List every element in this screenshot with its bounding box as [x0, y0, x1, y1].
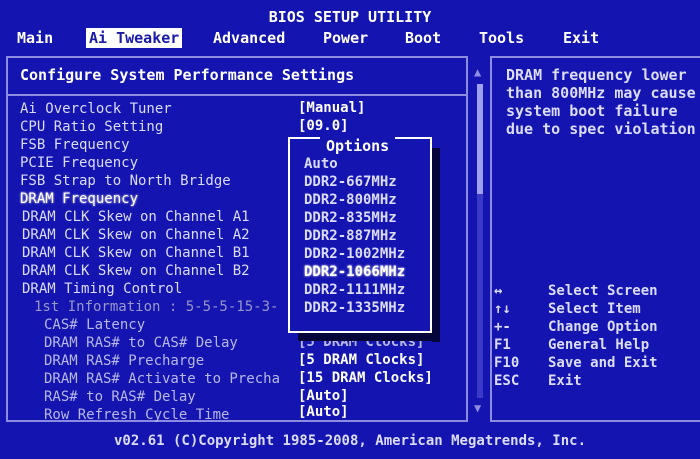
option-item[interactable]: DDR2-667MHz — [304, 173, 397, 191]
section-title: Configure System Performance Settings — [20, 66, 355, 84]
setting-label: DRAM CLK Skew on Channel A1 — [22, 209, 250, 225]
setting-value[interactable]: [15 DRAM Clocks] — [298, 370, 433, 386]
setting-label: DRAM RAS# to CAS# Delay — [44, 335, 238, 351]
timing-info: 1st Information : 5-5-5-15-3- — [34, 298, 278, 316]
setting-label: DRAM CLK Skew on Channel A2 — [22, 227, 250, 243]
option-item[interactable]: DDR2-887MHz — [304, 227, 397, 245]
setting-ras-to-cas-delay[interactable]: DRAM RAS# to CAS# Delay — [44, 334, 238, 352]
setting-label: CPU Ratio Setting — [20, 119, 164, 135]
setting-value[interactable]: [09.0] — [298, 118, 349, 134]
tab-tools[interactable]: Tools — [476, 28, 527, 48]
setting-label: FSB Frequency — [20, 137, 130, 153]
option-item[interactable]: DDR2-835MHz — [304, 209, 397, 227]
setting-dram-clk-skew-a1[interactable]: DRAM CLK Skew on Channel A1 — [22, 208, 250, 226]
setting-value[interactable]: [Auto] — [298, 388, 349, 404]
setting-label: DRAM CLK Skew on Channel B2 — [22, 263, 250, 279]
setting-label: DRAM CLK Skew on Channel B1 — [22, 245, 250, 261]
scrollbar-thumb[interactable] — [477, 84, 483, 194]
bios-title: BIOS SETUP UTILITY — [268, 8, 432, 26]
tab-advanced[interactable]: Advanced — [210, 28, 288, 48]
option-item[interactable]: DDR2-800MHz — [304, 191, 397, 209]
copyright-footer: v02.61 (C)Copyright 1985-2008, American … — [113, 433, 586, 449]
setting-fsb-frequency[interactable]: FSB Frequency — [20, 136, 130, 154]
tab-boot[interactable]: Boot — [402, 28, 444, 48]
option-item[interactable]: DDR2-1002MHz — [304, 245, 405, 263]
key-hint-desc: Exit — [548, 373, 582, 389]
setting-label: DRAM RAS# Precharge — [44, 353, 205, 369]
menu-bar: Main Ai Tweaker Advanced Power Boot Tool… — [0, 28, 700, 48]
popup-title: Options — [320, 137, 396, 155]
key-hint-key: F10 — [494, 355, 520, 371]
setting-label: FSB Strap to North Bridge — [20, 173, 231, 189]
key-hint-desc: Change Option — [548, 319, 658, 335]
setting-label: DRAM RAS# Activate to Precha — [44, 371, 281, 387]
key-hint-desc: Select Item — [548, 301, 641, 317]
popup-shadow — [432, 148, 440, 342]
option-item[interactable]: DDR2-1335MHz — [304, 299, 405, 317]
setting-cpu-ratio[interactable]: CPU Ratio Setting — [20, 118, 163, 136]
setting-label: Ai Overclock Tuner — [20, 101, 172, 117]
scroll-down-arrow-icon[interactable]: ▼ — [474, 402, 484, 414]
bios-screen: BIOS SETUP UTILITY Main Ai Tweaker Advan… — [0, 0, 700, 459]
setting-label: Row Refresh Cycle Time — [44, 407, 230, 423]
setting-label: RAS# to RAS# Delay — [44, 389, 196, 405]
setting-dram-clk-skew-b1[interactable]: DRAM CLK Skew on Channel B1 — [22, 244, 250, 262]
setting-value[interactable]: [Manual] — [298, 100, 365, 116]
tab-ai-tweaker[interactable]: Ai Tweaker — [86, 28, 183, 48]
setting-label: CAS# Latency — [44, 317, 146, 333]
setting-cas-latency[interactable]: CAS# Latency — [44, 316, 145, 334]
key-hint-desc: General Help — [548, 337, 650, 353]
tab-main[interactable]: Main — [14, 28, 56, 48]
setting-fsb-strap[interactable]: FSB Strap to North Bridge — [20, 172, 231, 190]
setting-pcie-frequency[interactable]: PCIE Frequency — [20, 154, 138, 172]
help-text-line: than 800MHz may cause — [506, 84, 696, 102]
scroll-up-arrow-icon[interactable]: ▲ — [474, 66, 484, 78]
options-popup[interactable]: Options Auto DDR2-667MHz DDR2-800MHz DDR… — [288, 137, 432, 333]
timing-info-label: 1st Information : 5-5-5-15-3- — [34, 299, 279, 315]
option-item[interactable]: Auto — [304, 155, 338, 173]
setting-ras-to-ras-delay[interactable]: RAS# to RAS# Delay — [44, 388, 196, 406]
key-hint-desc: Save and Exit — [548, 355, 658, 371]
key-hint-key: F1 — [494, 337, 511, 353]
setting-label: DRAM Frequency — [20, 191, 139, 207]
section-divider — [8, 94, 466, 96]
key-hint-desc: Select Screen — [548, 283, 658, 299]
setting-dram-clk-skew-a2[interactable]: DRAM CLK Skew on Channel A2 — [22, 226, 250, 244]
key-hint-key: +- — [494, 319, 511, 335]
tab-exit[interactable]: Exit — [560, 28, 602, 48]
up-down-arrow-icon: ↑↓ — [494, 301, 511, 317]
setting-value[interactable]: [5 DRAM Clocks] — [298, 352, 424, 368]
setting-value[interactable]: [Auto] — [298, 404, 349, 420]
help-text-line: DRAM frequency lower — [506, 66, 687, 84]
tab-power[interactable]: Power — [320, 28, 371, 48]
option-item-selected[interactable]: DDR2-1066MHz — [304, 263, 405, 281]
setting-ai-overclock-tuner[interactable]: Ai Overclock Tuner — [20, 100, 172, 118]
key-hint-key: ESC — [494, 373, 520, 389]
left-right-arrow-icon: ↔ — [494, 283, 503, 299]
setting-ras-precharge[interactable]: DRAM RAS# Precharge — [44, 352, 204, 370]
setting-row-refresh-cycle[interactable]: Row Refresh Cycle Time — [44, 406, 229, 424]
help-text-line: system boot failure — [506, 102, 678, 120]
setting-ras-activate-precharge[interactable]: DRAM RAS# Activate to Precha — [44, 370, 280, 388]
help-text-line: due to spec violation — [506, 120, 696, 138]
setting-label: DRAM Timing Control — [22, 281, 183, 297]
popup-shadow — [298, 333, 440, 341]
setting-dram-timing-control[interactable]: DRAM Timing Control — [22, 280, 182, 298]
setting-label: PCIE Frequency — [20, 155, 139, 171]
help-pane: DRAM frequency lower than 800MHz may cau… — [490, 56, 700, 422]
option-item[interactable]: DDR2-1111MHz — [304, 281, 405, 299]
setting-dram-clk-skew-b2[interactable]: DRAM CLK Skew on Channel B2 — [22, 262, 250, 280]
setting-dram-frequency[interactable]: DRAM Frequency — [20, 190, 138, 208]
